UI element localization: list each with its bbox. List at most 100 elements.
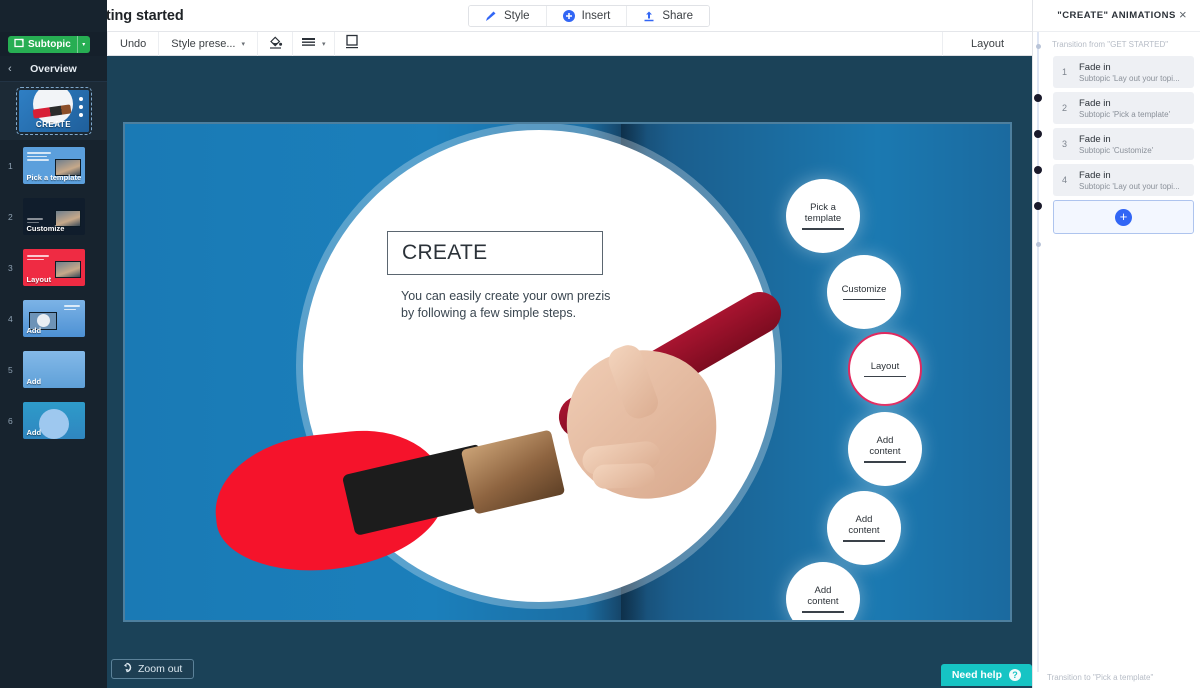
zoom-out-button[interactable]: Zoom out	[111, 659, 195, 679]
canvas-area[interactable]: CREATE You can easily create your own pr…	[107, 56, 1032, 688]
slide-frame[interactable]: CREATE You can easily create your own pr…	[123, 122, 1012, 622]
sidebar-item-add-6[interactable]: 6 Add	[0, 395, 107, 446]
sidebar-item-layout[interactable]: 3 Layout	[0, 242, 107, 293]
subtopic-dropdown-caret[interactable]: ▾	[76, 35, 90, 53]
animation-step-2[interactable]: 2 Fade in Subtopic 'Pick a template'	[1053, 92, 1194, 124]
bubble-underline	[843, 540, 885, 542]
thumbnail-number: 2	[8, 211, 13, 222]
thumbnail-image[interactable]: Add	[22, 351, 85, 388]
bubble-label: Pick a template	[804, 202, 842, 225]
thumbnail-overview[interactable]: CREATE	[0, 82, 107, 140]
animation-step-name: Fade in	[1079, 61, 1111, 73]
sidebar-back-button[interactable]: ‹	[8, 63, 12, 75]
top-header: Getting started Style Insert Share	[0, 0, 1200, 32]
thumbnail-number: 6	[8, 415, 13, 426]
thumbnail-image[interactable]: Customize	[22, 198, 85, 235]
thumbnail-label: Add	[26, 377, 42, 386]
thumbnail-label: Layout	[26, 275, 52, 284]
question-mark-icon: ?	[1009, 669, 1021, 681]
need-help-label: Need help	[951, 669, 1002, 681]
upload-icon	[643, 10, 655, 22]
sidebar-item-add-5[interactable]: 5 Add	[0, 344, 107, 395]
share-button-label: Share	[662, 10, 694, 22]
animations-panel-body: Transition from "GET STARTED" 1 Fade in …	[1033, 32, 1200, 688]
zoom-out-arrow-icon	[121, 662, 132, 676]
topic-bubble-add-content-1[interactable]: Add content	[848, 412, 922, 486]
bubble-label: Add content	[848, 514, 880, 537]
share-button[interactable]: Share	[627, 6, 710, 26]
subtopic-button[interactable]: Subtopic ▾	[8, 35, 90, 53]
animation-step-4[interactable]: 4 Fade in Subtopic 'Lay out your topi...	[1053, 164, 1194, 196]
overview-header: ‹ Overview	[0, 56, 107, 82]
sidebar-header-spacer	[0, 0, 107, 32]
animation-step-number: 4	[1062, 175, 1068, 185]
thumbnail-label: Pick a template	[26, 173, 82, 182]
zoom-out-label: Zoom out	[138, 663, 183, 675]
bubble-label: Customize	[841, 283, 887, 295]
formatting-toolbar: Undo Style prese... ▾ ▾ Layout	[0, 31, 1032, 56]
close-icon[interactable]: ×	[1179, 8, 1192, 22]
animations-panel-header: "CREATE" ANIMATIONS ×	[1033, 0, 1200, 32]
prezi-editor-window: Getting started Style Insert Share Undo …	[0, 0, 1200, 688]
thumbnail-label: Add	[26, 326, 42, 335]
chevron-down-icon: ▾	[322, 40, 326, 48]
thumbnail-image[interactable]: Pick a template	[22, 147, 85, 184]
sidebar-item-add-4[interactable]: 4 Add	[0, 293, 107, 344]
thumbnail-number: 1	[8, 160, 13, 171]
thumbnail-image[interactable]: Add	[22, 300, 85, 337]
style-preset-dropdown[interactable]: Style prese... ▾	[159, 32, 257, 56]
insert-button-label: Insert	[581, 10, 611, 22]
thumbnail-number: 5	[8, 364, 13, 375]
thumbnail-image[interactable]: CREATE	[15, 87, 92, 135]
layout-panel-button[interactable]: Layout	[942, 32, 1032, 56]
animation-step-3[interactable]: 3 Fade in Subtopic 'Customize'	[1053, 128, 1194, 160]
animation-step-name: Fade in	[1079, 169, 1111, 181]
transition-from-label: Transition from "GET STARTED"	[1052, 40, 1169, 49]
plus-circle-icon	[562, 10, 575, 22]
topic-bubble-layout[interactable]: Layout	[848, 332, 922, 406]
bubble-underline	[802, 228, 844, 230]
thumbnail-number: 3	[8, 262, 13, 273]
text-style-button[interactable]: ▾	[293, 32, 334, 56]
thumbnail-image[interactable]: Layout	[22, 249, 85, 286]
slide-body-text[interactable]: You can easily create your own prezis by…	[401, 288, 613, 322]
paint-bucket-icon	[268, 34, 283, 54]
thumbnail-number: 4	[8, 313, 13, 324]
sidebar-item-pick-a-template[interactable]: 1 Pick a template	[0, 140, 107, 191]
fill-color-button[interactable]	[258, 32, 292, 56]
transition-to-label: Transition to "Pick a template"	[1047, 673, 1154, 682]
thumbnail-label: Customize	[26, 224, 65, 233]
thumbnail-list: CREATE 1 Pick a template 2 Customize 3 L…	[0, 82, 107, 446]
topic-bubble-pick-a-template[interactable]: Pick a template	[786, 179, 860, 253]
center-tool-group: Style Insert Share	[468, 5, 711, 27]
style-button[interactable]: Style	[469, 6, 547, 26]
topic-bubble-add-content-2[interactable]: Add content	[827, 491, 901, 565]
undo-button[interactable]: Undo	[108, 32, 158, 56]
add-animation-button[interactable]: +	[1053, 200, 1194, 234]
animation-step-number: 1	[1062, 67, 1068, 77]
animations-panel-title: "CREATE" ANIMATIONS	[1057, 10, 1176, 21]
need-help-button[interactable]: Need help ?	[940, 664, 1032, 686]
animation-timeline	[1034, 32, 1042, 672]
thumbnail-image[interactable]: Add	[22, 402, 85, 439]
left-sidebar: Subtopic ▾ ‹ Overview CREATE 1 Pick a te…	[0, 0, 107, 688]
frame-shape-icon	[345, 34, 359, 54]
text-style-icon	[301, 36, 316, 51]
subtopic-frame-icon	[14, 38, 24, 51]
bubble-underline	[864, 375, 906, 378]
bubble-label: Add content	[807, 585, 839, 608]
topic-bubble-customize[interactable]: Customize	[827, 255, 901, 329]
plus-icon: +	[1115, 208, 1132, 226]
frame-shape-button[interactable]	[335, 32, 369, 56]
sidebar-subtopic-bar: Subtopic ▾	[0, 32, 107, 56]
paintbrush-illustration	[208, 284, 795, 614]
bubble-label: Layout	[870, 360, 900, 372]
animation-step-number: 3	[1062, 139, 1068, 149]
animation-step-name: Fade in	[1079, 97, 1111, 109]
animation-step-1[interactable]: 1 Fade in Subtopic 'Lay out your topi...	[1053, 56, 1194, 88]
subtopic-button-label: Subtopic	[28, 38, 71, 50]
sidebar-item-customize[interactable]: 2 Customize	[0, 191, 107, 242]
insert-button[interactable]: Insert	[546, 6, 628, 26]
thumbnail-label: Add	[26, 428, 42, 437]
create-title-box[interactable]: CREATE	[387, 231, 603, 275]
